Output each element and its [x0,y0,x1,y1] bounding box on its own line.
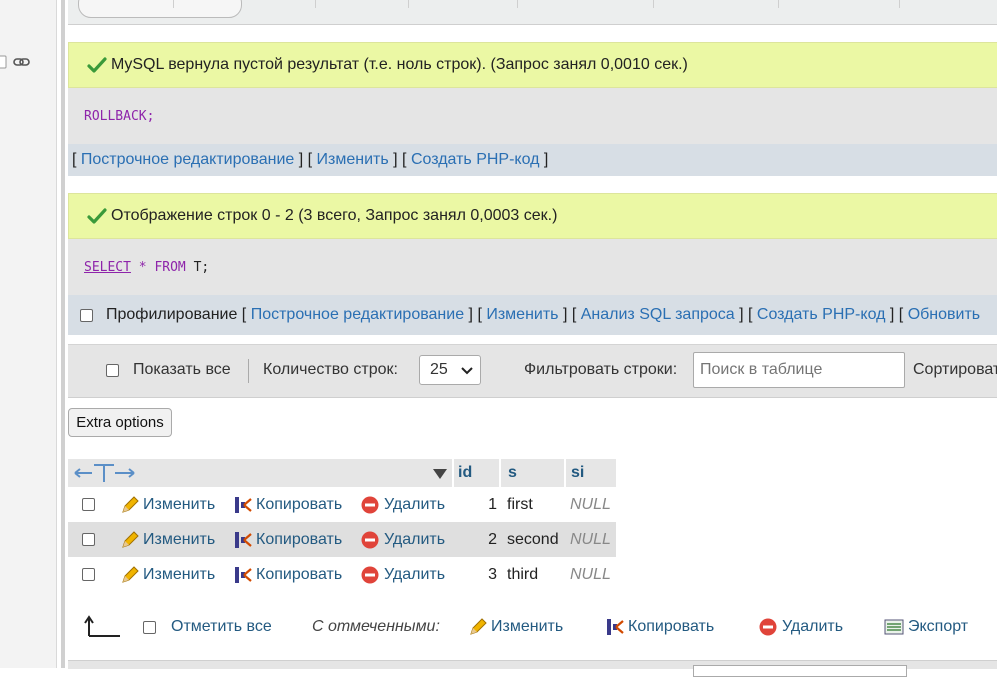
chevron-down-icon [461,363,473,381]
profiling-checkbox[interactable] [80,308,93,322]
copy-icon [233,557,253,592]
copy-icon [233,487,253,522]
cell-si[interactable]: NULL [570,557,611,592]
analyze-sql-link[interactable]: Анализ SQL запроса [581,306,735,324]
row-checkbox[interactable] [82,533,95,546]
separator [248,359,249,383]
table-header: id s si [68,459,616,487]
cell-id[interactable]: 1 [454,487,497,522]
create-php-code-link[interactable]: Создать PHP-код [757,306,886,324]
table-row: Изменить Копировать Удалить 2 second NUL… [68,522,616,557]
profiling-label: Профилирование [106,306,238,323]
results-table: id s si Изменить Копировать Удалить 1 fi… [68,459,616,592]
sql-text: ROLLBACK; [84,108,155,124]
cell-si[interactable]: NULL [570,487,611,522]
cell-s[interactable]: second [507,522,559,557]
sql-star: * [138,259,147,275]
success-message: Отображение строк 0 - 2 (3 всего, Запрос… [68,193,997,239]
cell-s[interactable]: first [507,487,533,522]
delete-row-link[interactable]: Удалить [384,522,445,557]
edit-row-link[interactable]: Изменить [143,487,215,522]
delete-icon [758,606,778,648]
extra-options-button[interactable]: Extra options [68,408,172,437]
search-in-table-input[interactable] [693,352,905,388]
success-text: MySQL вернула пустой результат (т.е. нол… [111,56,688,73]
export-icon [884,606,904,648]
export-button[interactable]: Экспорт [908,606,968,648]
show-all-checkbox[interactable] [106,364,119,377]
success-text: Отображение строк 0 - 2 (3 всего, Запрос… [111,207,558,224]
delete-row-link[interactable]: Удалить [384,487,445,522]
edit-link[interactable]: Изменить [317,151,389,169]
show-all-label: Показать все [133,361,231,378]
column-header-s[interactable]: s [508,459,517,487]
link-icon[interactable] [0,52,34,72]
edit-row-link[interactable]: Изменить [143,557,215,592]
inline-edit-link[interactable]: Построчное редактирование [251,306,464,324]
copy-icon [605,606,625,648]
query-links: [ Построчное редактирование ] [ Изменить… [68,144,997,176]
sql-query-box: ROLLBACK; [68,88,997,144]
rows-count-select[interactable]: 25 [419,355,481,385]
rows-count-label: Количество строк: [263,361,398,378]
query-links: Профилирование [ Построчное редактирован… [68,295,997,335]
table-row: Изменить Копировать Удалить 3 third NULL [68,557,616,592]
table-row: Изменить Копировать Удалить 1 first NULL [68,487,616,522]
delete-icon [360,522,380,557]
check-all-label[interactable]: Отметить все [171,606,272,648]
refresh-link[interactable]: Обновить [908,306,980,324]
sql-from-keyword: FROM [154,259,186,275]
query-result-2: Отображение строк 0 - 2 (3 всего, Запрос… [68,193,997,335]
cell-id[interactable]: 2 [454,522,497,557]
pencil-icon [468,606,488,648]
pencil-icon [120,487,140,522]
delete-row-link[interactable]: Удалить [384,557,445,592]
arrow-up-left-icon [84,606,122,648]
query-result-1: MySQL вернула пустой результат (т.е. нол… [68,42,997,176]
rows-count-value: 25 [430,361,448,378]
success-message: MySQL вернула пустой результат (т.е. нол… [68,42,997,88]
checkmark-icon [87,208,107,224]
pencil-icon [120,522,140,557]
bulk-copy-button[interactable]: Копировать [628,606,714,648]
copy-row-link[interactable]: Копировать [256,557,342,592]
cell-s[interactable]: third [507,557,538,592]
panel-resizer[interactable] [61,0,65,668]
cell-si[interactable]: NULL [570,522,611,557]
check-all-checkbox[interactable] [143,620,156,634]
navigation-panel [0,0,57,668]
sort-dropdown-icon[interactable] [432,467,448,485]
edit-row-link[interactable]: Изменить [143,522,215,557]
delete-icon [360,487,380,522]
bulk-actions-bar: Отметить все С отмеченными: Изменить Коп… [68,606,997,648]
cell-id[interactable]: 3 [454,557,497,592]
sql-query-box: SELECT * FROM T; [68,239,997,295]
sort-label: Сортировать [913,361,997,378]
footer-input[interactable] [693,665,907,677]
column-header-id[interactable]: id [458,459,472,487]
sql-table-name: T; [193,259,210,275]
inline-edit-link[interactable]: Построчное редактирование [81,151,294,169]
with-selected-label: С отмеченными: [312,618,440,635]
top-toolbar [68,0,997,25]
row-checkbox[interactable] [82,498,95,511]
edit-link[interactable]: Изменить [486,306,558,324]
create-php-code-link[interactable]: Создать PHP-код [411,151,540,169]
copy-icon [233,522,253,557]
pencil-icon [120,557,140,592]
copy-row-link[interactable]: Копировать [256,487,342,522]
copy-row-link[interactable]: Копировать [256,522,342,557]
filter-rows-label: Фильтровать строки: [524,361,678,378]
main-content: MySQL вернула пустой результат (т.е. нол… [68,0,997,677]
delete-icon [360,557,380,592]
column-header-si[interactable]: si [571,459,584,487]
table-navigation-bar: Показать все Количество строк: 25 Фильтр… [68,344,997,398]
row-checkbox[interactable] [82,568,95,581]
toolbar-button[interactable] [78,0,242,18]
sql-select-keyword[interactable]: SELECT [84,260,131,275]
bulk-edit-button[interactable]: Изменить [491,606,563,648]
bulk-delete-button[interactable]: Удалить [782,606,843,648]
column-resize-arrows-icon[interactable] [74,462,136,489]
checkmark-icon [87,57,107,73]
